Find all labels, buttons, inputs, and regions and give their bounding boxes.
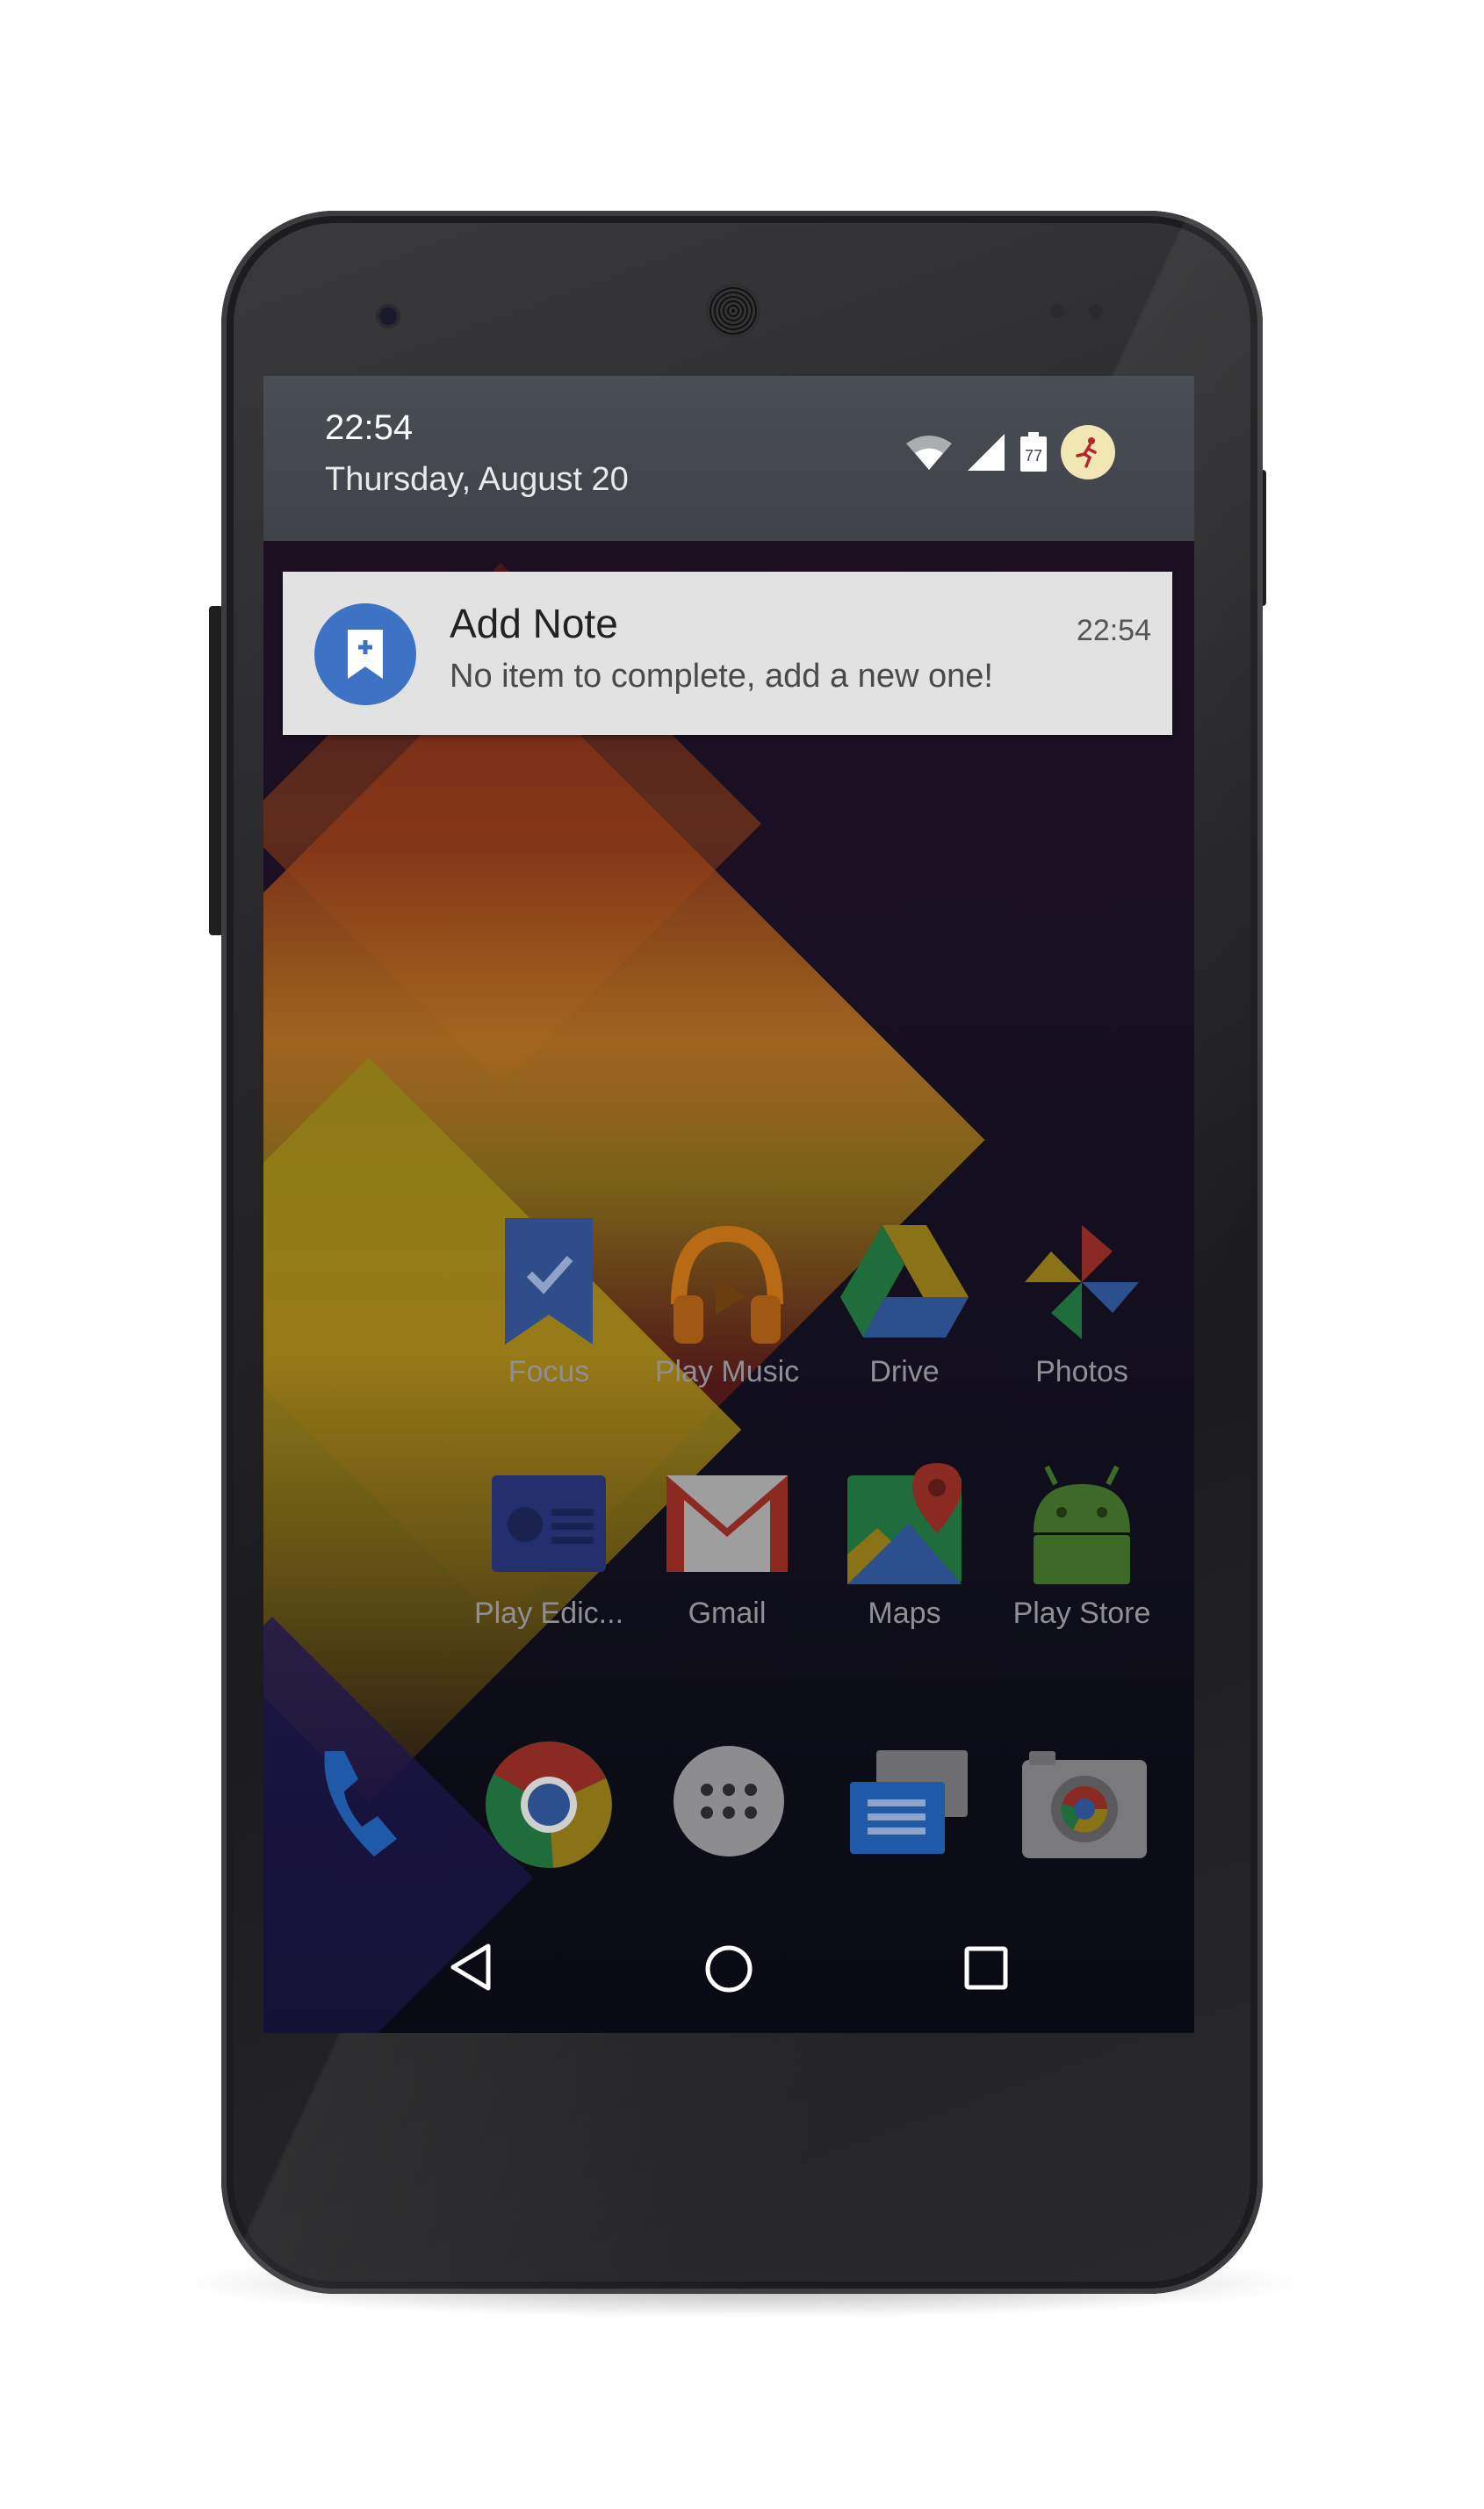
- earpiece-speaker: [709, 286, 758, 335]
- app-maps[interactable]: Maps: [817, 1458, 992, 1631]
- shade-time: 22:54: [325, 408, 414, 447]
- chrome-icon[interactable]: [483, 1739, 615, 1871]
- runner-avatar-icon: [1076, 437, 1097, 468]
- notification-title: Add Note: [450, 601, 618, 646]
- shade-date[interactable]: Thursday, August 20: [325, 461, 629, 499]
- android-icon: [1034, 1465, 1130, 1584]
- app-label: Focus: [508, 1355, 590, 1388]
- app-label: Play Music: [654, 1355, 800, 1388]
- bookmark-check-icon: [505, 1218, 593, 1345]
- front-camera: [379, 307, 397, 325]
- app-label: Photos: [1035, 1355, 1128, 1388]
- app-play-music[interactable]: Play Music: [639, 1216, 815, 1389]
- app-focus[interactable]: Focus: [461, 1216, 637, 1389]
- back-icon[interactable]: [446, 1941, 495, 1994]
- newsstand-icon: [492, 1475, 606, 1572]
- add-note-notification[interactable]: Add Note No item to complete, add a new …: [283, 572, 1172, 735]
- notification-body: No item to complete, add a new one!: [450, 658, 993, 695]
- battery-icon: 77: [1020, 432, 1047, 472]
- envelope-icon: [666, 1475, 788, 1572]
- notification-time: 22:54: [1076, 614, 1151, 647]
- app-play-store[interactable]: Play Store: [994, 1458, 1170, 1631]
- bookmark-plus-icon: [348, 630, 383, 679]
- user-avatar[interactable]: [1061, 425, 1115, 479]
- drive-triangle-icon: [840, 1225, 969, 1337]
- proximity-sensor: [1050, 304, 1064, 318]
- app-label: Play Edic...: [473, 1597, 624, 1630]
- wifi-icon: [906, 436, 952, 470]
- map-pin-icon: [847, 1463, 962, 1584]
- app-drive[interactable]: Drive: [817, 1216, 992, 1389]
- app-drawer-icon[interactable]: [672, 1744, 786, 1858]
- app-label: Play Store: [1012, 1597, 1151, 1630]
- headphones-icon: [671, 1225, 783, 1344]
- app-label: Maps: [868, 1597, 941, 1630]
- battery-level: 77: [1025, 447, 1042, 465]
- recents-icon[interactable]: [962, 1944, 1010, 1992]
- camera-icon[interactable]: [1019, 1742, 1150, 1865]
- phone-icon[interactable]: [313, 1742, 436, 1865]
- pinwheel-icon: [1025, 1225, 1139, 1339]
- app-photos[interactable]: Photos: [994, 1216, 1170, 1389]
- status-icons: 77: [904, 425, 1115, 479]
- messenger-icon[interactable]: [841, 1743, 973, 1866]
- app-label: Gmail: [688, 1597, 767, 1630]
- light-sensor: [1089, 304, 1103, 318]
- notification-app-icon: [314, 603, 416, 705]
- app-gmail[interactable]: Gmail: [639, 1458, 815, 1631]
- app-label: Drive: [869, 1355, 940, 1388]
- app-play-newsstand[interactable]: Play Edic...: [461, 1458, 637, 1631]
- cell-signal-icon: [968, 434, 1005, 471]
- home-icon[interactable]: [702, 1943, 755, 1995]
